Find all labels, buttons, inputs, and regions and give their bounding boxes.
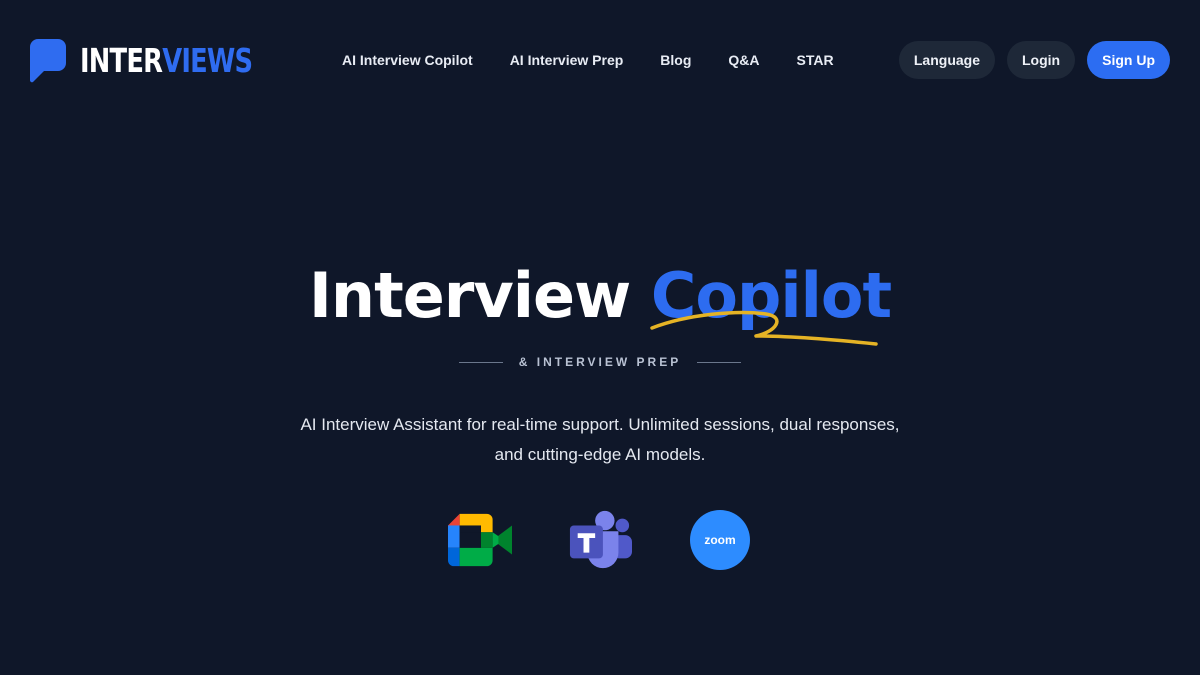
platform-logos: zoom <box>0 508 1200 572</box>
subtitle-divider-left <box>458 361 503 363</box>
logo-link[interactable]: INTERVIEWS <box>30 38 301 84</box>
zoom-icon: zoom <box>690 510 750 570</box>
microsoft-teams-icon <box>568 508 632 572</box>
nav-star[interactable]: STAR <box>797 52 834 68</box>
hero-subtitle-row: & INTERVIEW PREP <box>0 352 1200 372</box>
subtitle-divider-right <box>697 361 742 363</box>
logo-text-inter: INTER <box>80 41 163 80</box>
hero-title-copilot: Copilot <box>650 259 892 332</box>
google-meet-icon <box>448 508 512 572</box>
language-button[interactable]: Language <box>898 41 995 79</box>
signup-button[interactable]: Sign Up <box>1087 41 1170 79</box>
main-nav: AI Interview Copilot AI Interview Prep B… <box>342 48 834 72</box>
page: INTERVIEWS AI Interview Copilot AI Inter… <box>0 0 1200 675</box>
nav-blog[interactable]: Blog <box>660 52 691 68</box>
zoom-label: zoom <box>704 533 736 547</box>
hero-title: Interview Copilot <box>0 258 1200 334</box>
speech-bubble-icon <box>30 39 66 83</box>
nav-ai-interview-prep[interactable]: AI Interview Prep <box>510 52 624 68</box>
logo-text-views: VIEWS <box>162 41 253 80</box>
zoom-icon-wrapper: zoom <box>688 508 752 572</box>
hero-description: AI Interview Assistant for real-time sup… <box>300 415 900 464</box>
nav-qa[interactable]: Q&A <box>728 52 759 68</box>
hero-subtitle: & INTERVIEW PREP <box>518 355 682 369</box>
logo-wordmark: INTERVIEWS <box>80 41 253 80</box>
nav-ai-interview-copilot[interactable]: AI Interview Copilot <box>342 52 473 68</box>
login-button[interactable]: Login <box>1007 41 1076 79</box>
header-actions: Language Login Sign Up <box>898 41 1170 79</box>
hero-title-interview: Interview <box>308 259 631 332</box>
